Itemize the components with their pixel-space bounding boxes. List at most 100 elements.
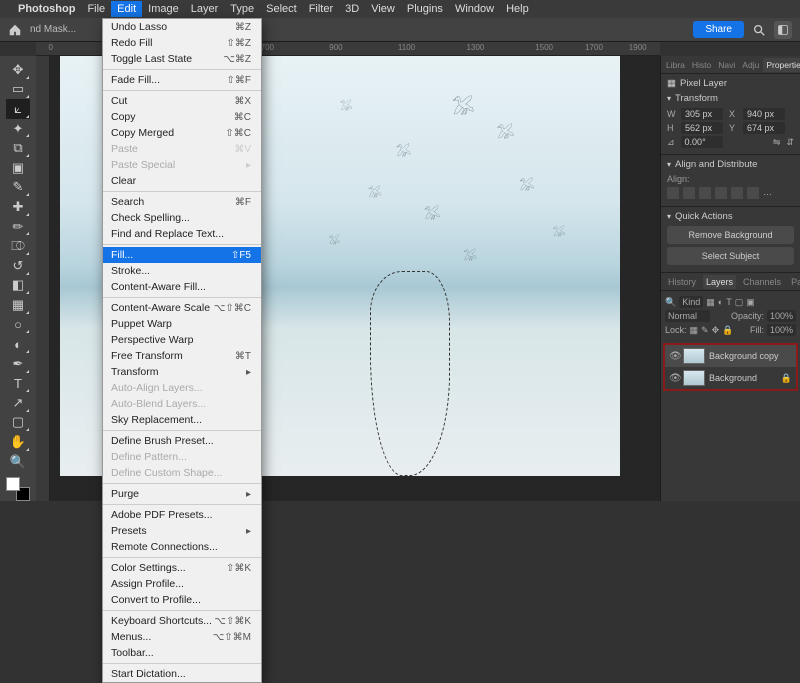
menu-item-menus[interactable]: Menus...⌥⇧⌘M: [103, 629, 261, 645]
menu-item-presets[interactable]: Presets▸: [103, 523, 261, 539]
more-icon[interactable]: …: [763, 187, 772, 199]
filter-smart-icon[interactable]: ▣: [746, 297, 755, 308]
align-center-v-icon[interactable]: [731, 187, 743, 199]
menu-item-transform[interactable]: Transform▸: [103, 364, 261, 380]
menu-item-cut[interactable]: Cut⌘X: [103, 93, 261, 109]
move-tool[interactable]: ✥: [6, 60, 30, 80]
menu-plugins[interactable]: Plugins: [407, 3, 443, 15]
menu-item-redo-fill[interactable]: Redo Fill⇧⌘Z: [103, 35, 261, 51]
menu-item-undo-lasso[interactable]: Undo Lasso⌘Z: [103, 19, 261, 35]
menu-item-find-and-replace-text[interactable]: Find and Replace Text...: [103, 226, 261, 242]
shape-tool[interactable]: ▢: [6, 413, 30, 433]
menu-3d[interactable]: 3D: [345, 3, 359, 15]
menu-item-sky-replacement[interactable]: Sky Replacement...: [103, 412, 261, 428]
angle-field[interactable]: 0.00°: [681, 136, 723, 148]
lock-icon[interactable]: 🔒: [781, 373, 792, 384]
menu-item-content-aware-scale[interactable]: Content-Aware Scale⌥⇧⌘C: [103, 300, 261, 316]
align-center-h-icon[interactable]: [683, 187, 695, 199]
flip-v-icon[interactable]: ⇵: [786, 137, 794, 148]
lasso-tool[interactable]: ⟀: [6, 99, 30, 119]
lock-position-icon[interactable]: ✥: [712, 325, 720, 336]
home-icon[interactable]: [8, 23, 22, 37]
menu-item-color-settings[interactable]: Color Settings...⇧⌘K: [103, 560, 261, 576]
menu-item-copy-merged[interactable]: Copy Merged⇧⌘C: [103, 125, 261, 141]
share-button[interactable]: Share: [693, 21, 744, 38]
align-left-icon[interactable]: [667, 187, 679, 199]
marquee-tool[interactable]: ▭: [6, 80, 30, 100]
pen-tool[interactable]: ✒: [6, 354, 30, 374]
workspace-icon[interactable]: [774, 21, 792, 39]
visibility-icon[interactable]: 👁: [669, 373, 679, 384]
menu-item-search[interactable]: Search⌘F: [103, 194, 261, 210]
stamp-tool[interactable]: ⎄: [6, 236, 30, 256]
tab-properties[interactable]: Properties: [763, 58, 800, 72]
menu-item-puppet-warp[interactable]: Puppet Warp: [103, 316, 261, 332]
brush-tool[interactable]: ✏: [6, 217, 30, 237]
align-bottom-icon[interactable]: [747, 187, 759, 199]
blend-mode[interactable]: Normal: [665, 310, 710, 322]
tab-libraries[interactable]: Libra: [663, 58, 688, 72]
chevron-down-icon[interactable]: ▾: [667, 212, 671, 221]
menu-item-assign-profile[interactable]: Assign Profile...: [103, 576, 261, 592]
y-field[interactable]: 674 px: [743, 122, 785, 134]
layer-thumbnail[interactable]: [683, 370, 705, 386]
menu-type[interactable]: Type: [230, 3, 254, 15]
app-name[interactable]: Photoshop: [18, 3, 75, 15]
menu-item-toolbar[interactable]: Toolbar...: [103, 645, 261, 661]
tab-histogram[interactable]: Histo: [689, 58, 714, 72]
dodge-tool[interactable]: ◐: [6, 334, 30, 354]
layer-thumbnail[interactable]: [683, 348, 705, 364]
tab-layers[interactable]: Layers: [703, 275, 736, 289]
menu-item-clear[interactable]: Clear: [103, 173, 261, 189]
layer-row[interactable]: 👁 Background 🔒: [665, 367, 796, 389]
tab-adjustments[interactable]: Adju: [739, 58, 762, 72]
tab-channels[interactable]: Channels: [740, 275, 784, 289]
menu-item-purge[interactable]: Purge▸: [103, 486, 261, 502]
layer-row[interactable]: 👁 Background copy: [665, 345, 796, 367]
menu-item-keyboard-shortcuts[interactable]: Keyboard Shortcuts...⌥⇧⌘K: [103, 613, 261, 629]
search-icon[interactable]: [752, 23, 766, 37]
menu-item-check-spelling[interactable]: Check Spelling...: [103, 210, 261, 226]
menu-item-fade-fill[interactable]: Fade Fill...⇧⌘F: [103, 72, 261, 88]
menu-help[interactable]: Help: [506, 3, 529, 15]
height-field[interactable]: 562 px: [681, 122, 723, 134]
filter-icon[interactable]: 🔍: [665, 297, 676, 308]
kind-filter[interactable]: Kind: [679, 296, 703, 308]
menu-image[interactable]: Image: [148, 3, 179, 15]
menu-edit[interactable]: Edit: [111, 1, 142, 17]
menu-file[interactable]: File: [87, 3, 105, 15]
history-brush-tool[interactable]: ↺: [6, 256, 30, 276]
menu-filter[interactable]: Filter: [309, 3, 333, 15]
layer-name[interactable]: Background copy: [709, 351, 779, 361]
color-swatches[interactable]: [6, 477, 30, 501]
layer-name[interactable]: Background: [709, 373, 757, 383]
menu-item-free-transform[interactable]: Free Transform⌘T: [103, 348, 261, 364]
menu-item-perspective-warp[interactable]: Perspective Warp: [103, 332, 261, 348]
menu-item-define-brush-preset[interactable]: Define Brush Preset...: [103, 433, 261, 449]
heal-tool[interactable]: ✚: [6, 197, 30, 217]
x-field[interactable]: 940 px: [743, 108, 785, 120]
select-subject-button[interactable]: Select Subject: [667, 247, 794, 265]
menu-item-fill[interactable]: Fill...⇧F5: [103, 247, 261, 263]
menu-item-stroke[interactable]: Stroke...: [103, 263, 261, 279]
menu-select[interactable]: Select: [266, 3, 297, 15]
menu-item-remote-connections[interactable]: Remote Connections...: [103, 539, 261, 555]
lock-pixels-icon[interactable]: ✎: [701, 325, 709, 336]
visibility-icon[interactable]: 👁: [669, 351, 679, 362]
filter-adjust-icon[interactable]: ◐: [718, 297, 723, 307]
menu-item-toggle-last-state[interactable]: Toggle Last State⌥⌘Z: [103, 51, 261, 67]
type-tool[interactable]: T: [6, 374, 30, 394]
chevron-down-icon[interactable]: ▾: [667, 160, 671, 169]
width-field[interactable]: 305 px: [681, 108, 723, 120]
path-tool[interactable]: ↗: [6, 393, 30, 413]
frame-tool[interactable]: ▣: [6, 158, 30, 178]
eraser-tool[interactable]: ◧: [6, 276, 30, 296]
filter-pixel-icon[interactable]: ▦: [706, 297, 715, 308]
menu-item-content-aware-fill[interactable]: Content-Aware Fill...: [103, 279, 261, 295]
blur-tool[interactable]: ○: [6, 315, 30, 335]
align-top-icon[interactable]: [715, 187, 727, 199]
menu-item-adobe-pdf-presets[interactable]: Adobe PDF Presets...: [103, 507, 261, 523]
lock-transparent-icon[interactable]: ▦: [690, 325, 699, 336]
tab-history[interactable]: History: [665, 275, 699, 289]
hand-tool[interactable]: ✋: [6, 432, 30, 452]
